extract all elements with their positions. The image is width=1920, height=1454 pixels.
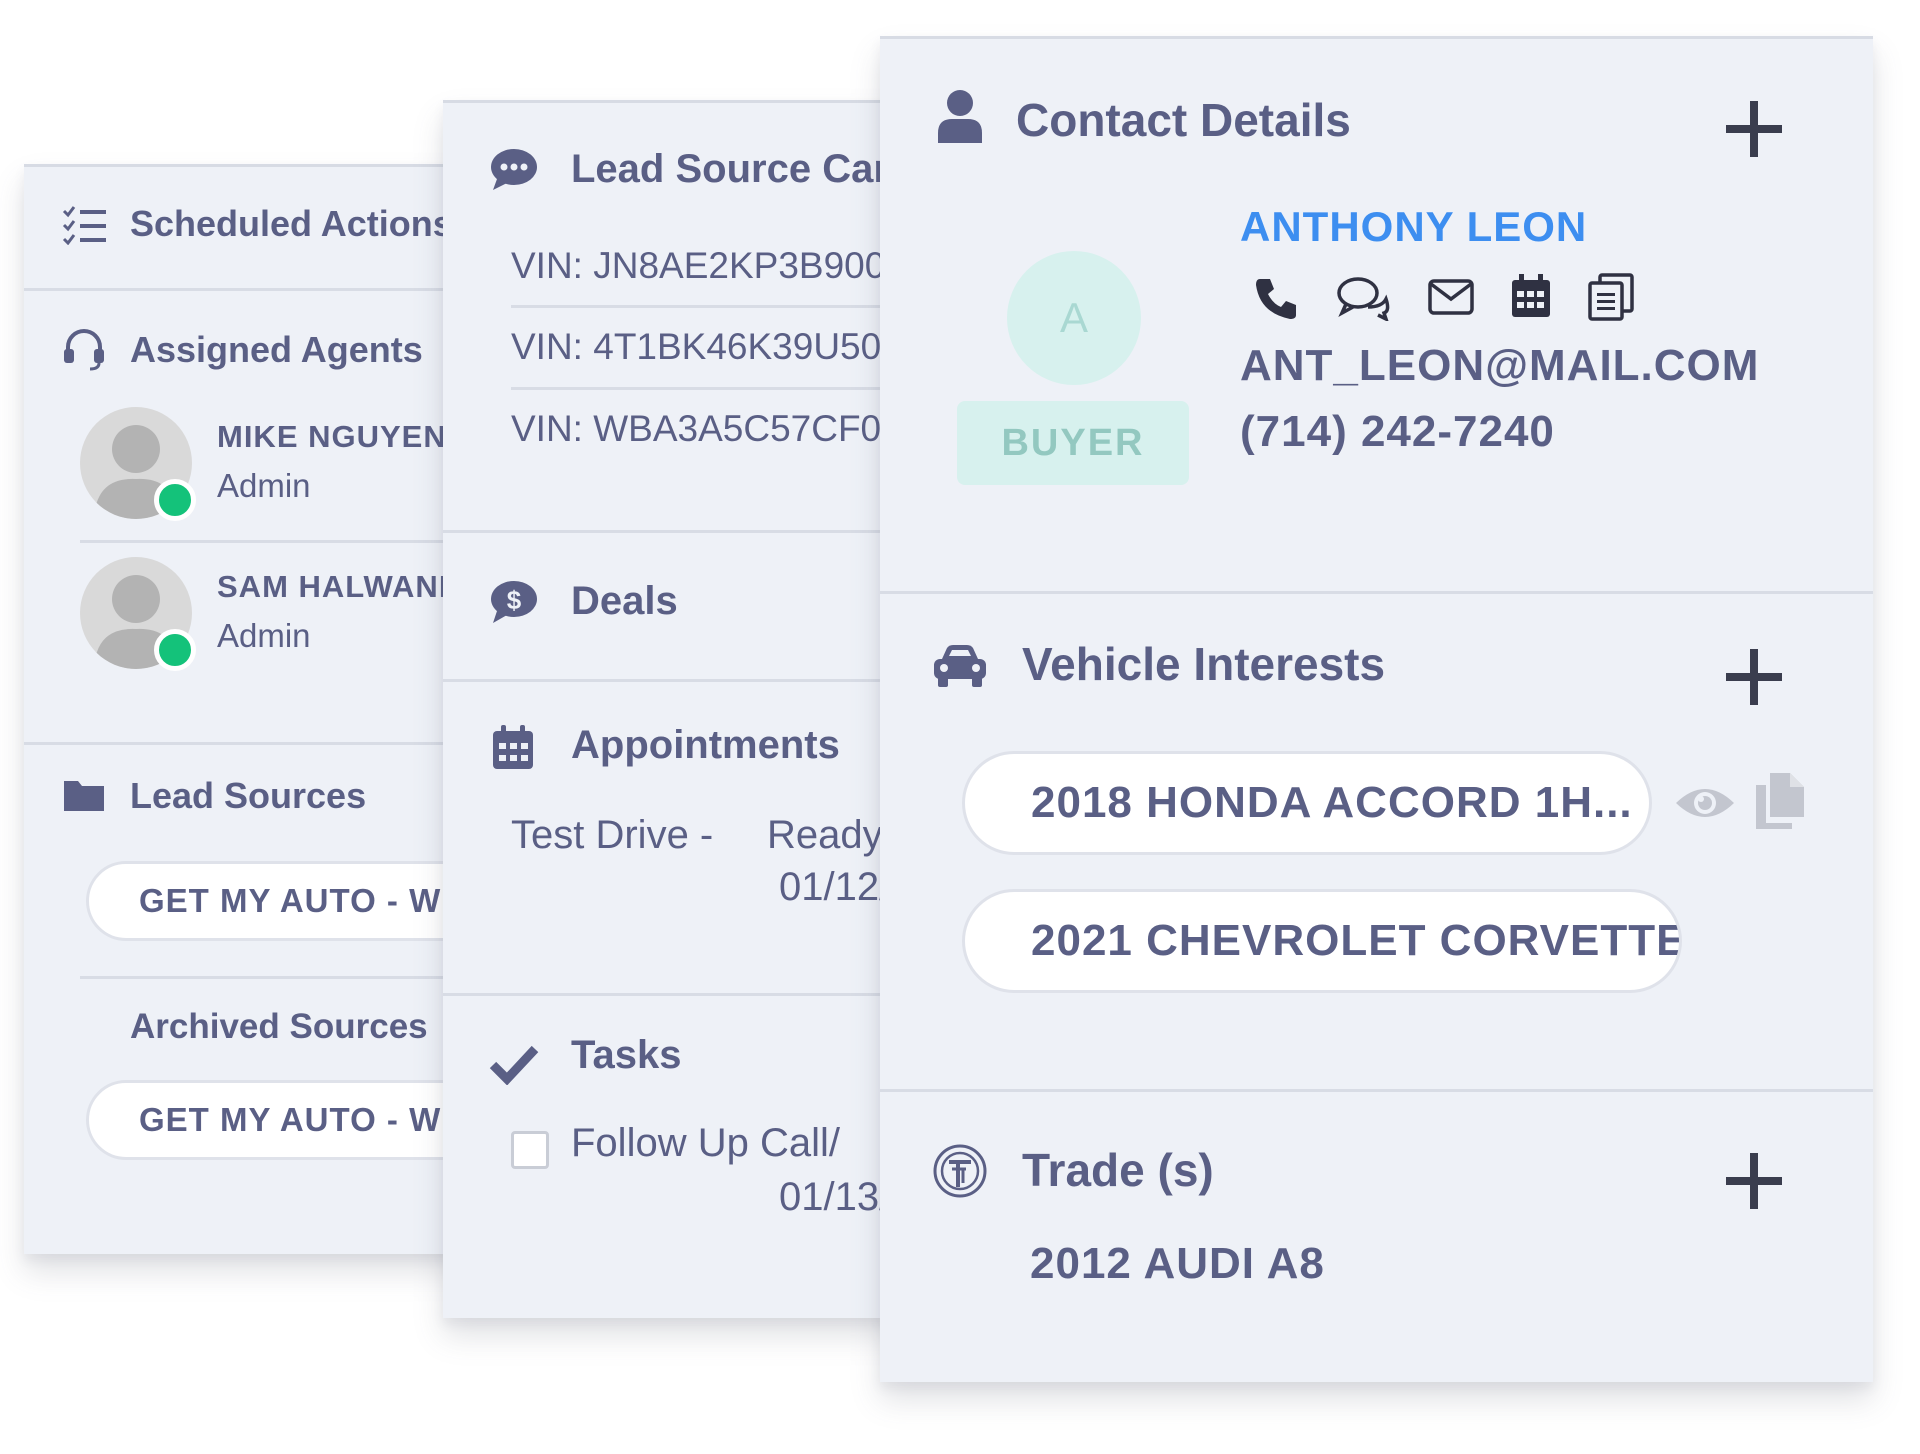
- archived-source-pill[interactable]: GET MY AUTO - WEB: [86, 1080, 484, 1160]
- left-panel: Scheduled Actions Assigned Agents MIKE N…: [24, 164, 484, 1254]
- chat-icon[interactable]: [1336, 275, 1392, 321]
- divider: [24, 288, 484, 291]
- agent-role: Admin: [217, 617, 311, 654]
- car-icon: [934, 645, 986, 687]
- divider: [511, 387, 903, 390]
- agent-role: Admin: [217, 467, 311, 504]
- add-vehicle-button[interactable]: [1726, 649, 1782, 705]
- appointment-date: 01/12/: [779, 865, 891, 909]
- divider: [443, 993, 903, 996]
- archived-sources-title: Archived Sources: [130, 1007, 428, 1046]
- middle-panel: Lead Source Cars VIN: JN8AE2KP3B9000000 …: [443, 100, 903, 1318]
- vehicle-interest-pill[interactable]: 2018 HONDA ACCORD 1H...: [962, 751, 1652, 855]
- contact-email[interactable]: ANT_LEON@MAIL.COM: [1240, 341, 1759, 391]
- assigned-agents-title: Assigned Agents: [130, 329, 423, 370]
- vin-row: VIN: 4T1BK46K39U500000: [511, 326, 903, 367]
- buyer-badge: BUYER: [957, 401, 1189, 485]
- divider: [24, 742, 484, 745]
- checklist-icon: [62, 206, 106, 245]
- right-panel: Contact Details A BUYER ANTHONY LEON ANT…: [880, 36, 1873, 1382]
- divider: [80, 540, 484, 543]
- calendar-icon[interactable]: [1510, 273, 1552, 319]
- copy-icon[interactable]: [1754, 771, 1806, 831]
- lead-source-cars-title: Lead Source Cars: [571, 147, 903, 191]
- chat-bubble-icon: [491, 149, 537, 190]
- contact-details-title: Contact Details: [1016, 94, 1351, 146]
- agent-name: SAM HALWANI: [217, 569, 449, 604]
- checkmark-icon: [489, 1045, 539, 1085]
- contact-name-link[interactable]: ANTHONY LEON: [1240, 203, 1587, 251]
- scheduled-actions-title: Scheduled Actions: [130, 203, 453, 244]
- person-icon: [938, 90, 982, 143]
- divider: [511, 305, 903, 308]
- divider: [880, 591, 1873, 594]
- folder-icon: [64, 781, 104, 811]
- vin-row: VIN: JN8AE2KP3B9000000: [511, 245, 903, 286]
- copy-icon[interactable]: [1588, 273, 1634, 321]
- svg-text:$: $: [507, 585, 522, 615]
- contact-avatar: A: [1007, 251, 1141, 385]
- trade-icon: [933, 1144, 987, 1198]
- deals-title: Deals: [571, 579, 678, 623]
- deals-header[interactable]: $ Deals: [443, 533, 903, 679]
- agent-row[interactable]: MIKE NGUYEN Admin: [24, 407, 484, 547]
- headset-icon: [64, 329, 104, 371]
- vin-row: VIN: WBA3A5C57CF000000: [511, 408, 903, 449]
- appointment-item[interactable]: Test Drive - Ready 01/12/: [511, 813, 903, 933]
- lead-source-pill[interactable]: GET MY AUTO - WEB: [86, 861, 484, 941]
- lead-sources-title: Lead Sources: [130, 775, 367, 816]
- agent-row[interactable]: SAM HALWANI Admin: [24, 557, 484, 697]
- vehicle-interests-title: Vehicle Interests: [1022, 638, 1386, 690]
- task-checkbox[interactable]: [511, 1131, 549, 1169]
- vehicle-interest-pill[interactable]: 2021 CHEVROLET CORVETTE: [962, 889, 1682, 993]
- trades-title: Trade (s): [1022, 1144, 1214, 1196]
- eye-icon[interactable]: [1674, 783, 1736, 823]
- agent-name: MIKE NGUYEN: [217, 419, 447, 454]
- contact-phone[interactable]: (714) 242-7240: [1240, 407, 1555, 457]
- appointments-title: Appointments: [571, 723, 840, 767]
- canvas: Scheduled Actions Assigned Agents MIKE N…: [0, 0, 1920, 1454]
- divider: [880, 1089, 1873, 1092]
- scheduled-actions-header[interactable]: Scheduled Actions: [24, 167, 484, 287]
- divider: [80, 976, 484, 979]
- divider: [443, 679, 903, 682]
- appointment-title: Test Drive -: [511, 813, 714, 857]
- add-contact-button[interactable]: [1726, 101, 1782, 157]
- online-status-dot: [154, 629, 196, 671]
- task-title: Follow Up Call/: [571, 1121, 840, 1165]
- trade-item[interactable]: 2012 AUDI A8: [1030, 1239, 1325, 1289]
- task-date: 01/13/: [779, 1175, 891, 1219]
- phone-icon[interactable]: [1254, 275, 1300, 321]
- online-status-dot: [154, 479, 196, 521]
- calendar-icon: [493, 725, 533, 769]
- mail-icon[interactable]: [1428, 279, 1474, 315]
- appointment-status: Ready: [767, 813, 883, 857]
- tasks-title: Tasks: [571, 1033, 682, 1077]
- task-item[interactable]: Follow Up Call/ 01/13/: [511, 1121, 903, 1241]
- dollar-icon: $: [491, 581, 537, 623]
- add-trade-button[interactable]: [1726, 1153, 1782, 1209]
